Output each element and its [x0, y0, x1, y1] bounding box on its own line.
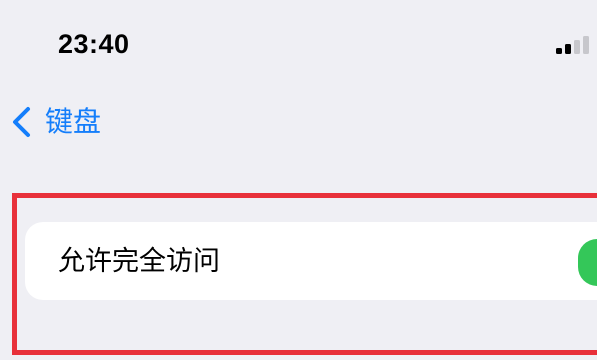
full-access-row[interactable]: 允许完全访问 [25, 222, 597, 300]
back-button[interactable]: 键盘 [8, 100, 118, 144]
full-access-toggle[interactable] [578, 239, 597, 286]
signal-bar [574, 40, 580, 54]
cellular-signal-icon [556, 35, 590, 54]
signal-bar [583, 36, 589, 54]
signal-bar [565, 44, 571, 54]
row-label: 允许完全访问 [58, 246, 220, 276]
signal-bar [556, 48, 562, 54]
back-label: 键盘 [45, 106, 102, 137]
chevron-left-icon [13, 107, 30, 137]
status-time: 23:40 [58, 29, 130, 59]
status-bar: 23:40 [0, 0, 597, 80]
